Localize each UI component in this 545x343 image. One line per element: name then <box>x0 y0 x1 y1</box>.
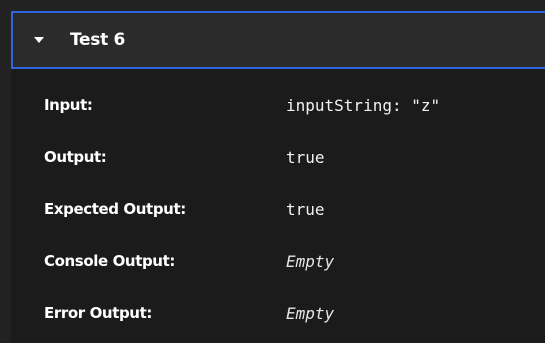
output-value: true <box>286 147 325 167</box>
test-details: Input: inputString: "z" Output: true Exp… <box>11 69 545 343</box>
row-error-output: Error Output: Empty <box>11 287 545 339</box>
caret-down-icon[interactable] <box>34 37 44 43</box>
row-input: Input: inputString: "z" <box>11 79 545 131</box>
test-header-toggle[interactable]: Test 6 <box>11 11 545 69</box>
expected-output-value: true <box>286 199 325 219</box>
row-console-output: Console Output: Empty <box>11 235 545 287</box>
input-label: Input: <box>44 96 93 114</box>
row-output: Output: true <box>11 131 545 183</box>
console-output-label: Console Output: <box>44 252 175 270</box>
error-output-label: Error Output: <box>44 304 152 322</box>
test-title: Test 6 <box>70 30 126 50</box>
test-result-panel: Test 6 Input: inputString: "z" Output: t… <box>0 0 545 343</box>
expected-output-label: Expected Output: <box>44 200 186 218</box>
console-output-value: Empty <box>286 251 335 271</box>
error-output-value: Empty <box>286 303 335 323</box>
output-label: Output: <box>44 148 107 166</box>
row-expected-output: Expected Output: true <box>11 183 545 235</box>
input-value: inputString: "z" <box>286 95 441 115</box>
